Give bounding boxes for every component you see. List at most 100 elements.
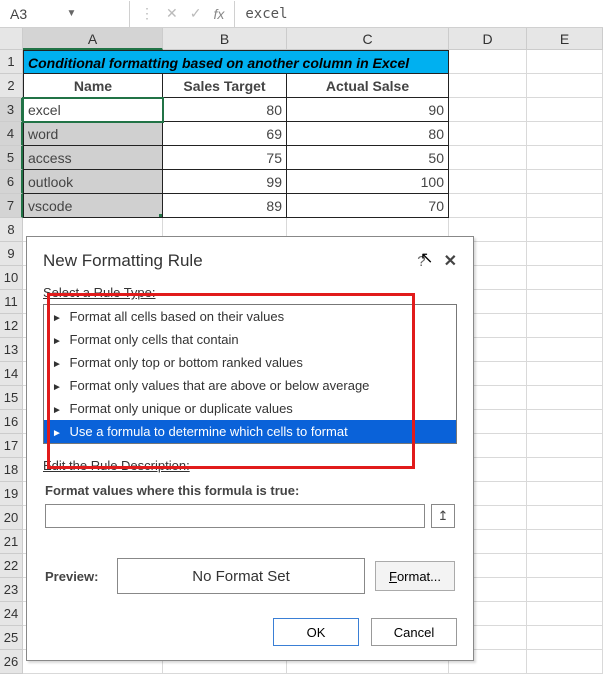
row-header[interactable]: 8 [0,218,23,242]
cell[interactable] [449,98,527,122]
row-header[interactable]: 22 [0,554,23,578]
cell[interactable] [527,50,603,74]
rule-type-option[interactable]: ► Format only cells that contain [44,328,456,351]
col-header-e[interactable]: E [527,28,603,50]
cell[interactable] [527,554,603,578]
col-header-a[interactable]: A [23,28,163,50]
cell[interactable] [527,146,603,170]
close-icon[interactable]: ✕ [444,251,457,271]
cell[interactable] [527,74,603,98]
data-actual-cell[interactable]: 80 [287,122,449,146]
cancel-icon[interactable]: ✕ [166,5,178,22]
row-header[interactable]: 24 [0,602,23,626]
cell[interactable] [527,266,603,290]
cell[interactable] [527,218,603,242]
col-header-c[interactable]: C [287,28,449,50]
data-name-cell[interactable]: outlook [23,170,163,194]
cell[interactable] [527,506,603,530]
title-cell[interactable]: Conditional formatting based on another … [23,50,449,74]
chevron-down-icon[interactable]: ▼ [67,8,124,19]
format-button[interactable]: Format... [375,561,455,591]
row-header[interactable]: 7 [0,194,23,218]
cell[interactable] [527,362,603,386]
rule-type-list[interactable]: ► Format all cells based on their values… [43,304,457,444]
cell[interactable] [527,386,603,410]
cell[interactable] [527,434,603,458]
cell[interactable] [449,74,527,98]
accept-icon[interactable]: ✓ [190,5,202,22]
select-all-corner[interactable] [0,28,23,50]
cell[interactable] [527,530,603,554]
cell[interactable] [527,458,603,482]
row-header[interactable]: 9 [0,242,23,266]
row-header[interactable]: 3 [0,98,23,122]
col-header-b[interactable]: B [163,28,287,50]
range-picker-icon[interactable]: ↥ [431,504,455,528]
cell[interactable] [449,170,527,194]
cell[interactable] [449,146,527,170]
cell[interactable] [527,626,603,650]
data-target-cell[interactable]: 99 [163,170,287,194]
cancel-button[interactable]: Cancel [371,618,457,646]
row-header[interactable]: 15 [0,386,23,410]
cell[interactable] [527,98,603,122]
data-name-cell[interactable]: vscode [23,194,163,218]
row-header[interactable]: 25 [0,626,23,650]
row-header[interactable]: 21 [0,530,23,554]
row-header[interactable]: 10 [0,266,23,290]
cell[interactable] [449,50,527,74]
cell[interactable] [527,482,603,506]
data-target-cell[interactable]: 75 [163,146,287,170]
row-header[interactable]: 20 [0,506,23,530]
data-target-cell[interactable]: 89 [163,194,287,218]
header-name[interactable]: Name [23,74,163,98]
row-header[interactable]: 11 [0,290,23,314]
cell[interactable] [527,650,603,674]
data-name-cell[interactable]: excel [23,98,163,122]
cell[interactable] [527,578,603,602]
header-actual-sales[interactable]: Actual Salse [287,74,449,98]
data-actual-cell[interactable]: 100 [287,170,449,194]
cell[interactable] [527,338,603,362]
row-header[interactable]: 1 [0,50,23,74]
formula-input[interactable] [45,504,425,528]
row-header[interactable]: 26 [0,650,23,674]
row-header[interactable]: 13 [0,338,23,362]
rule-type-option[interactable]: ► Use a formula to determine which cells… [44,420,456,443]
row-header[interactable]: 5 [0,146,23,170]
row-header[interactable]: 4 [0,122,23,146]
row-header[interactable]: 16 [0,410,23,434]
data-target-cell[interactable]: 80 [163,98,287,122]
row-header[interactable]: 19 [0,482,23,506]
ok-button[interactable]: OK [273,618,359,646]
data-target-cell[interactable]: 69 [163,122,287,146]
rule-type-option[interactable]: ► Format only top or bottom ranked value… [44,351,456,374]
data-name-cell[interactable]: access [23,146,163,170]
cell[interactable] [527,602,603,626]
row-header[interactable]: 14 [0,362,23,386]
row-header[interactable]: 2 [0,74,23,98]
cell[interactable] [449,194,527,218]
row-header[interactable]: 18 [0,458,23,482]
cell[interactable] [527,122,603,146]
row-header[interactable]: 6 [0,170,23,194]
name-box[interactable]: A3 ▼ [0,1,130,27]
cell[interactable] [527,314,603,338]
cell[interactable] [527,290,603,314]
fx-icon[interactable]: fx [213,6,224,22]
col-header-d[interactable]: D [449,28,527,50]
help-icon[interactable]: ? [417,253,425,270]
cell[interactable] [527,170,603,194]
data-actual-cell[interactable]: 50 [287,146,449,170]
row-header[interactable]: 12 [0,314,23,338]
header-sales-target[interactable]: Sales Target [163,74,287,98]
cell[interactable] [527,410,603,434]
rule-type-option[interactable]: ► Format only unique or duplicate values [44,397,456,420]
cell[interactable] [527,194,603,218]
formula-bar-value[interactable]: excel [235,6,297,22]
data-name-cell[interactable]: word [23,122,163,146]
row-header[interactable]: 23 [0,578,23,602]
rule-type-option[interactable]: ► Format all cells based on their values [44,305,456,328]
cell[interactable] [527,242,603,266]
data-actual-cell[interactable]: 90 [287,98,449,122]
